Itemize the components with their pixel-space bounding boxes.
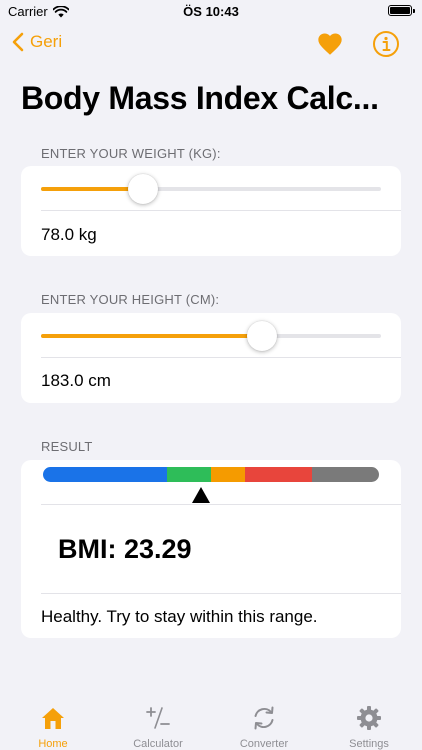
- height-divider: [41, 357, 401, 358]
- weight-slider[interactable]: [41, 174, 381, 204]
- result-card: BMI: 23.29 Healthy. Try to stay within t…: [21, 460, 401, 638]
- result-section-header: RESULT: [41, 439, 93, 454]
- tab-settings[interactable]: Settings: [324, 704, 414, 750]
- heart-icon[interactable]: [316, 30, 344, 58]
- weight-card: 78.0 kg: [21, 166, 401, 256]
- plus-minus-icon: [146, 707, 170, 729]
- tab-calculator[interactable]: Calculator: [113, 704, 203, 750]
- height-slider-fill: [41, 334, 262, 338]
- status-time: ÖS 10:43: [183, 4, 239, 19]
- status-bar: Carrier ÖS 10:43: [0, 0, 422, 22]
- weight-value: 78.0 kg: [41, 225, 97, 244]
- result-divider-bottom: [41, 593, 401, 594]
- info-icon[interactable]: [372, 30, 400, 58]
- bmi-scale-segment-0: [43, 467, 168, 482]
- back-label: Geri: [30, 32, 63, 51]
- height-slider[interactable]: [41, 321, 381, 351]
- chevron-left-icon: [12, 32, 24, 52]
- refresh-icon: [254, 706, 274, 730]
- bmi-value: BMI: 23.29: [58, 534, 192, 564]
- tab-calculator-label: Calculator: [133, 738, 183, 750]
- tab-home-label: Home: [38, 738, 68, 750]
- bmi-scale-segment-2: [210, 467, 245, 482]
- gear-icon: [357, 706, 381, 730]
- weight-slider-thumb[interactable]: [128, 174, 158, 204]
- bmi-status-text: Healthy. Try to stay within this range.: [41, 607, 318, 626]
- tab-bar: Home Calculator Converter Settings: [0, 700, 422, 750]
- height-section-header: ENTER YOUR HEIGHT (CM):: [41, 292, 220, 307]
- tab-home[interactable]: Home: [8, 704, 98, 750]
- battery-icon: [388, 5, 415, 16]
- bmi-scale-segment-3: [244, 467, 312, 482]
- result-divider-top: [41, 504, 401, 505]
- height-slider-thumb[interactable]: [247, 321, 277, 351]
- back-button[interactable]: Geri: [12, 32, 62, 52]
- weight-divider: [41, 210, 401, 211]
- bmi-pointer-icon: [191, 487, 210, 503]
- weight-section-header: ENTER YOUR WEIGHT (KG):: [41, 146, 221, 161]
- bmi-scale-segment-1: [167, 467, 211, 482]
- page-title: Body Mass Index Calc...: [21, 80, 379, 116]
- bmi-scale-bar: [43, 467, 379, 482]
- tab-converter[interactable]: Converter: [219, 704, 309, 750]
- tab-converter-label: Converter: [239, 738, 289, 750]
- height-value: 183.0 cm: [41, 371, 111, 390]
- tab-settings-label: Settings: [349, 738, 389, 750]
- bmi-scale-segment-4: [311, 467, 379, 482]
- nav-bar: Geri: [0, 24, 422, 64]
- height-card: 183.0 cm: [21, 313, 401, 403]
- home-icon: [42, 708, 64, 729]
